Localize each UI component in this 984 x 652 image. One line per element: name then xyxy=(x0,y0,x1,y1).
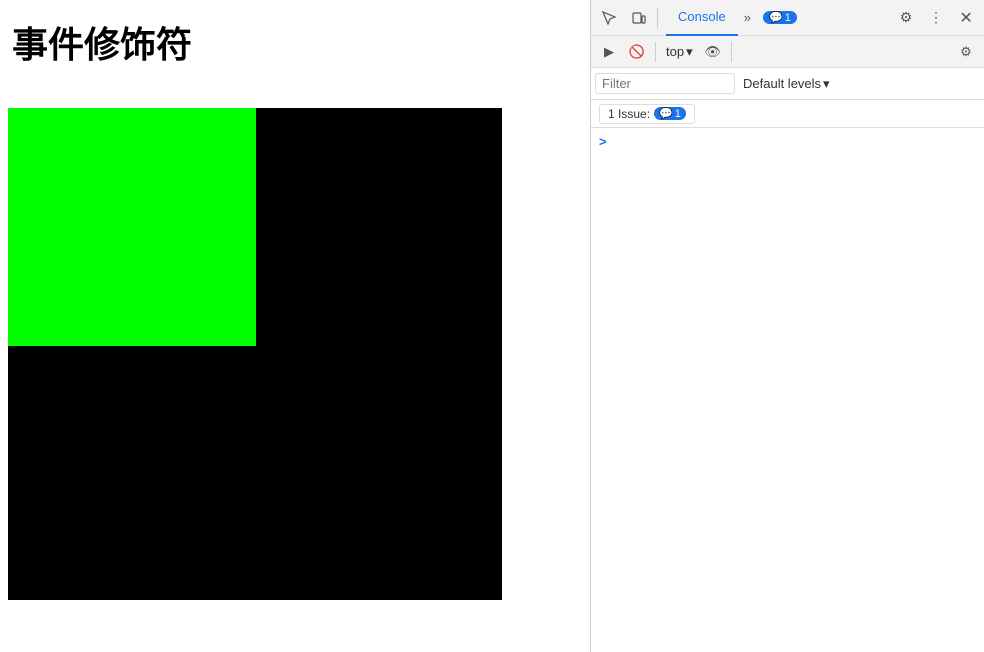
tab-more-label: » xyxy=(744,10,751,25)
devtools-second-toolbar: ▶ 🚫 top ▾ 👁 ⚙ xyxy=(591,36,984,68)
context-label: top xyxy=(666,44,684,59)
badge-icon: 💬 xyxy=(769,11,783,24)
tab-console[interactable]: Console xyxy=(666,0,738,36)
console-settings-button[interactable]: ⚙ xyxy=(954,40,978,64)
devtools-settings-button[interactable]: ⚙ xyxy=(892,4,920,32)
devtools-tabs: Console » xyxy=(666,0,757,36)
issues-button[interactable]: 1 Issue: 💬 1 xyxy=(599,104,695,124)
devtools-badge: 💬 1 xyxy=(763,11,797,24)
green-block xyxy=(8,108,256,346)
live-expression-button[interactable]: 👁 xyxy=(701,40,725,64)
issues-badge: 💬 1 xyxy=(654,107,686,120)
console-content: > xyxy=(591,128,984,652)
toolbar-separator xyxy=(657,8,658,28)
default-levels-label: Default levels xyxy=(743,76,821,91)
levels-chevron-icon: ▾ xyxy=(823,76,830,92)
tab-console-label: Console xyxy=(678,9,726,24)
issues-badge-count: 1 xyxy=(675,108,681,120)
context-chevron-icon: ▾ xyxy=(686,44,693,60)
issues-bar: 1 Issue: 💬 1 xyxy=(591,100,984,128)
page-area: 事件修饰符 xyxy=(0,0,590,652)
toolbar2-separator2 xyxy=(731,42,732,62)
context-selector-button[interactable]: top ▾ xyxy=(662,44,697,60)
clear-console-button[interactable]: 🚫 xyxy=(625,40,649,64)
devtools-close-button[interactable]: ✕ xyxy=(952,4,980,32)
devtools-panel: Console » 💬 1 ⚙ ⋮ ✕ ▶ 🚫 xyxy=(590,0,984,652)
issues-label: 1 Issue: xyxy=(608,107,650,121)
console-arrow[interactable]: > xyxy=(591,132,984,151)
badge-count: 1 xyxy=(785,12,791,24)
execute-button[interactable]: ▶ xyxy=(597,40,621,64)
tab-more-button[interactable]: » xyxy=(738,0,757,36)
page-title: 事件修饰符 xyxy=(0,0,590,78)
devtools-more-button[interactable]: ⋮ xyxy=(922,4,950,32)
issues-badge-icon: 💬 xyxy=(659,107,673,120)
device-toolbar-button[interactable] xyxy=(625,4,653,32)
devtools-top-toolbar: Console » 💬 1 ⚙ ⋮ ✕ xyxy=(591,0,984,36)
filter-input[interactable] xyxy=(595,73,735,94)
filter-bar: Default levels ▾ xyxy=(591,68,984,100)
inspect-element-button[interactable] xyxy=(595,4,623,32)
canvas-container xyxy=(8,108,502,600)
default-levels-button[interactable]: Default levels ▾ xyxy=(739,74,834,94)
toolbar2-separator xyxy=(655,42,656,62)
